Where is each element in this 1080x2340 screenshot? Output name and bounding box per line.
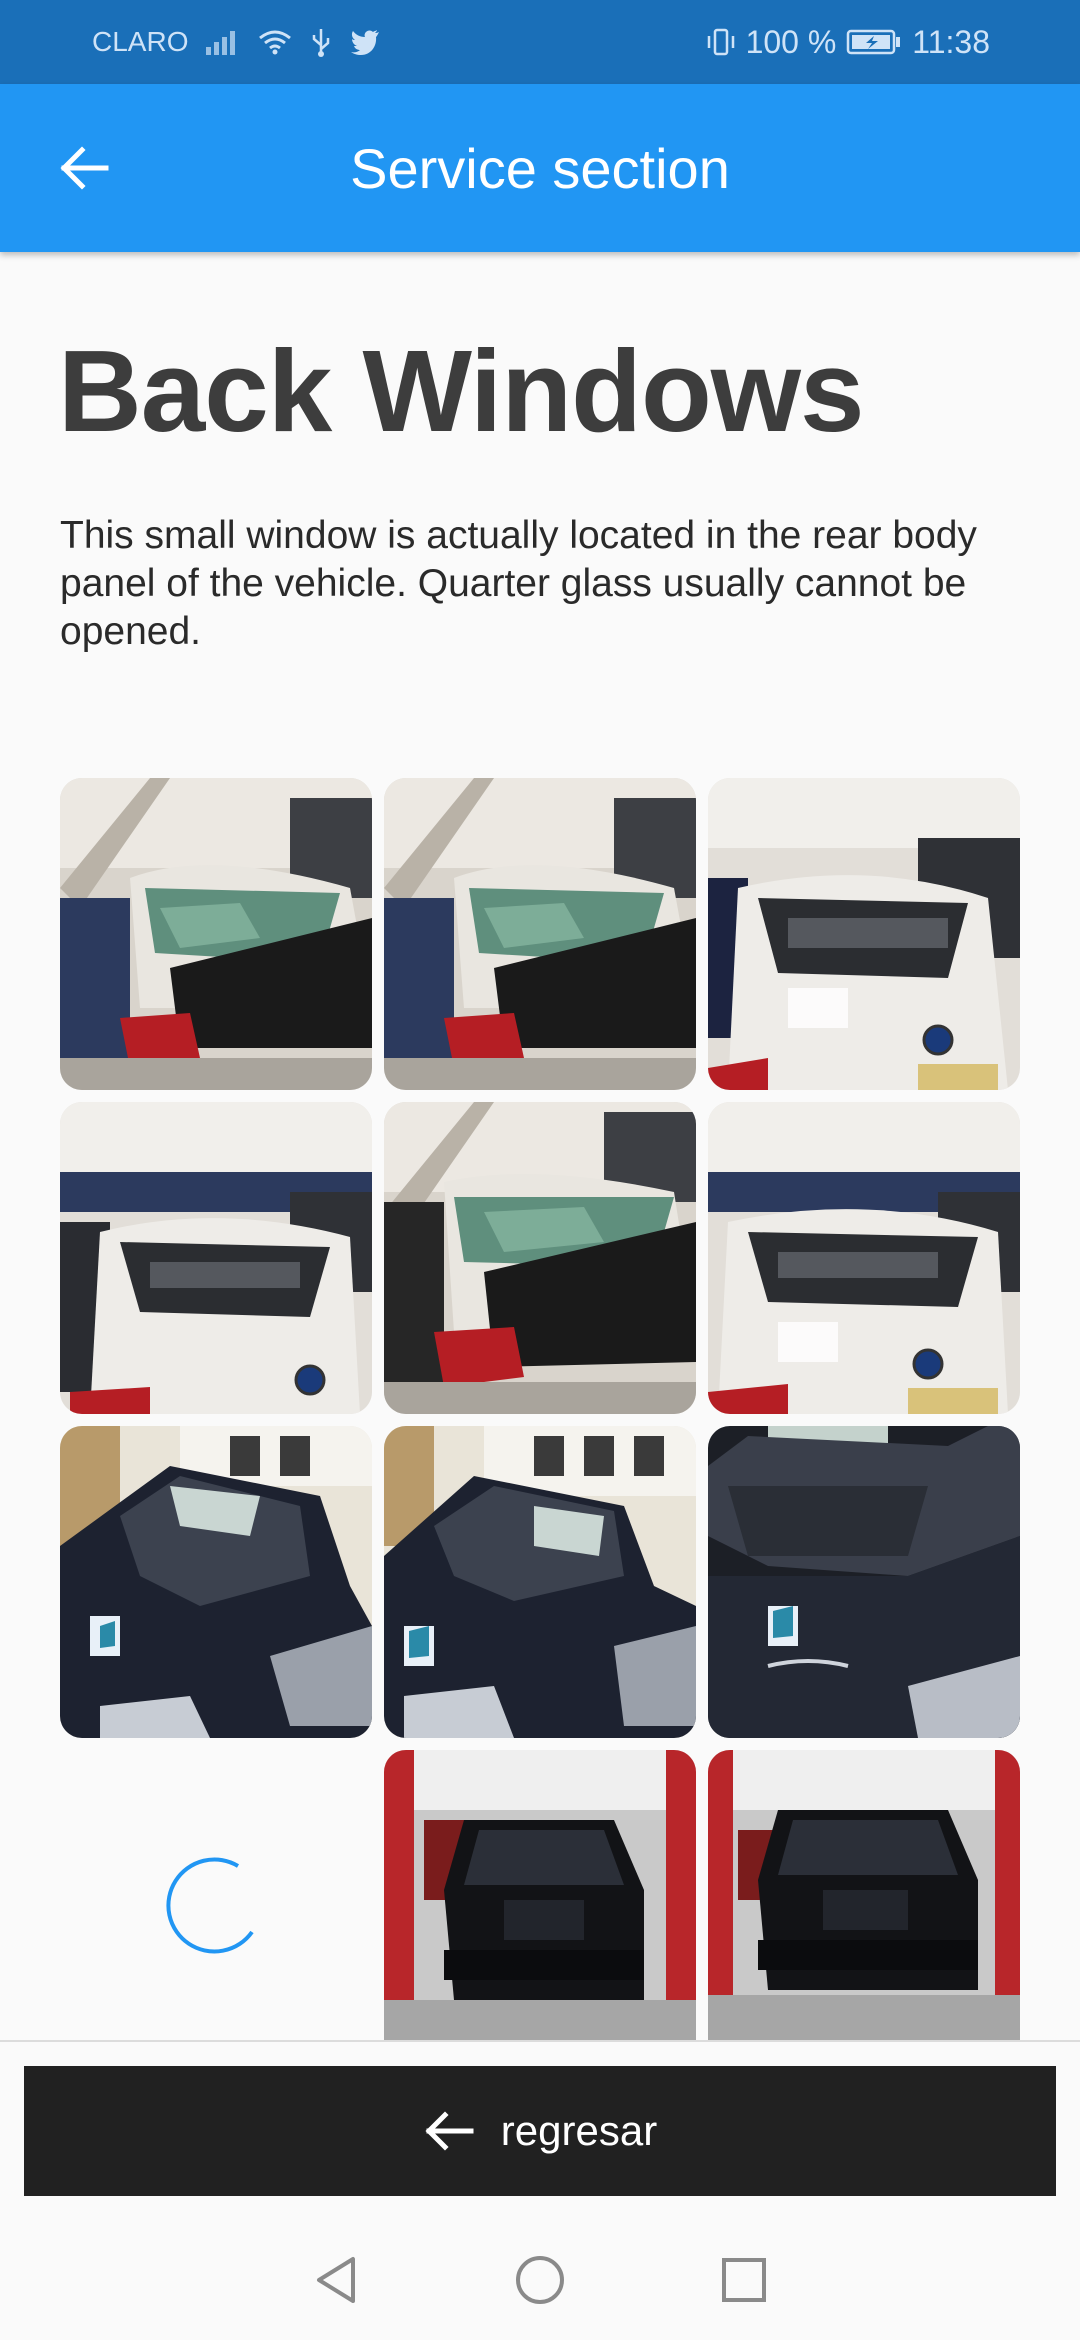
photo-image — [60, 778, 372, 1090]
nav-recents-icon[interactable] — [717, 2253, 771, 2307]
photo-image — [708, 778, 1020, 1090]
status-right: 100 % 11:38 — [706, 24, 990, 61]
gallery-photo[interactable] — [708, 778, 1020, 1090]
battery-charging-icon — [846, 28, 902, 56]
carrier-label: CLARO — [92, 26, 189, 57]
photo-image — [708, 1426, 1020, 1738]
photo-image — [708, 1750, 1020, 2040]
battery-percent: 100 % — [745, 23, 837, 60]
back-button[interactable] — [48, 132, 120, 204]
photo-image — [384, 1102, 696, 1414]
gallery-photo[interactable] — [60, 1426, 372, 1738]
nav-back-icon[interactable] — [309, 2253, 363, 2307]
app-bar-title: Service section — [350, 136, 730, 200]
gallery-photo[interactable] — [708, 1102, 1020, 1414]
gallery-photo[interactable] — [384, 1102, 696, 1414]
regresar-button[interactable]: regresar — [24, 2066, 1056, 2196]
gallery-photo[interactable] — [60, 778, 372, 1090]
signal-icon — [206, 29, 240, 55]
gallery-photo[interactable] — [384, 1750, 696, 2040]
regresar-label: regresar — [500, 2107, 658, 2154]
vibrate-icon — [706, 27, 736, 57]
wifi-icon — [258, 28, 292, 56]
app-bar: Service section — [0, 84, 1080, 252]
gallery-photo[interactable] — [384, 1426, 696, 1738]
nav-home-icon[interactable] — [513, 2253, 567, 2307]
photo-image — [60, 1426, 372, 1738]
clock: 11:38 — [912, 23, 990, 60]
loading-spinner — [160, 1850, 268, 1958]
photo-image — [384, 1426, 696, 1738]
gallery-photo[interactable] — [384, 778, 696, 1090]
photo-image — [708, 1102, 1020, 1414]
arrow-back-icon — [425, 2111, 474, 2151]
page-title: Back Windows — [58, 326, 865, 456]
photo-image — [384, 778, 696, 1090]
arrow-back-icon — [60, 146, 109, 190]
page-description: This small window is actually located in… — [60, 514, 977, 653]
gallery-photo[interactable] — [708, 1426, 1020, 1738]
system-nav-bar — [0, 2220, 1080, 2340]
photo-image — [60, 1102, 372, 1414]
twitter-icon — [350, 29, 380, 55]
status-bar: CLARO 100 % 11:38 — [0, 0, 1080, 84]
gallery-photo[interactable] — [60, 1102, 372, 1414]
gallery-photo[interactable] — [708, 1750, 1020, 2040]
status-left: CLARO — [92, 26, 380, 58]
photo-image — [384, 1750, 696, 2040]
usb-icon — [310, 27, 332, 57]
